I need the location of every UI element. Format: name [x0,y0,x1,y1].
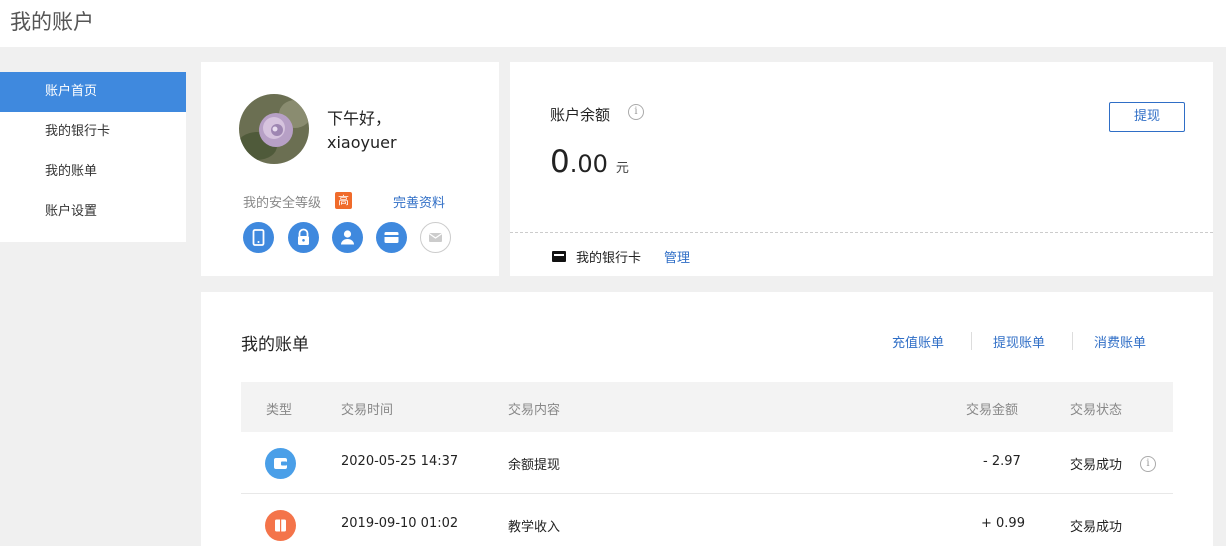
transaction-status: 交易成功 [1070,520,1123,535]
bank-card-label: 我的银行卡 [576,251,642,266]
security-level-badge: 高 [335,192,352,209]
tab-separator [971,332,972,350]
user-icon[interactable] [332,222,363,253]
bills-card: 我的账单 充值账单 提现账单 消费账单 类型 交易时间 交易内容 交易金额 交易… [201,292,1213,546]
bills-title: 我的账单 [241,335,309,355]
divider [510,232,1213,233]
username: xiaoyuer [327,133,397,152]
column-header-type: 类型 [266,403,293,418]
bank-card-icon[interactable] [376,222,407,253]
sidebar-item-bills[interactable]: 我的账单 [0,152,186,192]
info-icon[interactable]: i [628,104,644,120]
tab-withdraw-bills[interactable]: 提现账单 [993,332,1045,351]
balance-label: 账户余额 [550,106,611,124]
transaction-amount: + 0.99 [981,516,1025,531]
column-header-time: 交易时间 [341,403,394,418]
transaction-time: 2020-05-25 14:37 [341,454,459,469]
bank-card-icon [552,251,566,262]
security-level-label: 我的安全等级 [243,196,322,211]
lock-icon[interactable] [288,222,319,253]
sidebar-item-home[interactable]: 账户首页 [0,72,186,112]
tab-consumption-bills[interactable]: 消费账单 [1094,332,1146,351]
balance-card: 账户余额 i 0.00 元 提现 我的银行卡 管理 [510,62,1213,276]
sidebar: 账户首页 我的银行卡 我的账单 账户设置 [0,72,186,242]
book-icon [265,510,296,541]
mail-icon[interactable] [420,222,451,253]
profile-card: 下午好， xiaoyuer 我的安全等级 高 完善资料 [201,62,499,276]
phone-icon[interactable] [243,222,274,253]
manage-bank-card-link[interactable]: 管理 [664,247,690,266]
transaction-time: 2019-09-10 01:02 [341,516,459,531]
balance-amount-integer: 0 [550,144,570,180]
sidebar-item-bank-cards[interactable]: 我的银行卡 [0,112,186,152]
tab-separator [1072,332,1073,350]
complete-profile-link[interactable]: 完善资料 [393,192,445,211]
column-header-amount: 交易金额 [966,403,1019,418]
balance-amount-decimal: .00 [569,150,608,178]
balance-unit: 元 [615,161,629,176]
tab-recharge-bills[interactable]: 充值账单 [892,332,944,351]
transaction-status: 交易成功 [1070,458,1123,473]
table-header: 类型 交易时间 交易内容 交易金额 交易状态 [241,382,1173,432]
avatar[interactable] [239,94,309,164]
transaction-amount: - 2.97 [983,454,1021,469]
top-bar: 我的账户 [0,0,1226,47]
info-icon[interactable]: i [1140,456,1156,472]
transaction-content: 余额提现 [508,458,561,473]
transaction-content: 教学收入 [508,520,561,535]
page-title: 我的账户 [10,10,94,34]
greeting: 下午好， [327,109,392,128]
sidebar-item-settings[interactable]: 账户设置 [0,192,186,232]
table-row: 2020-05-25 14:37 余额提现 - 2.97 交易成功 i [241,432,1173,494]
withdraw-button[interactable]: 提现 [1109,102,1185,132]
balance-amount: 0.00 元 [550,144,629,180]
column-header-content: 交易内容 [508,403,561,418]
table-row: 2019-09-10 01:02 教学收入 + 0.99 交易成功 [241,494,1173,546]
wallet-icon [265,448,296,479]
column-header-status: 交易状态 [1070,403,1123,418]
